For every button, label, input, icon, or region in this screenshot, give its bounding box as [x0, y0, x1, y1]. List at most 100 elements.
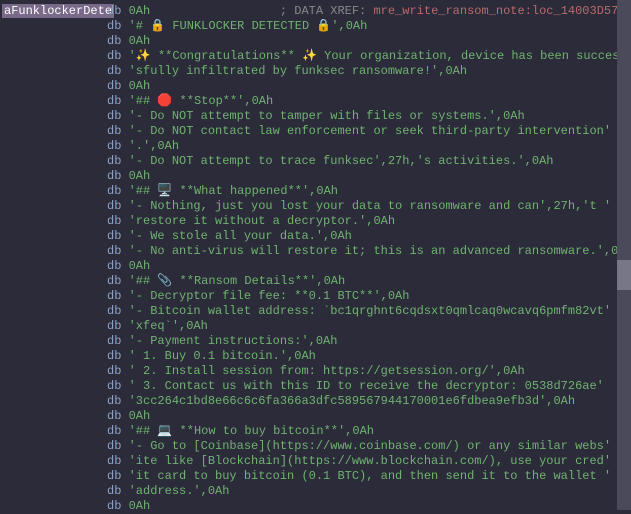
db-keyword: db: [107, 184, 129, 198]
disasm-line: db '✨ **Congratulations** ✨ Your organiz…: [107, 49, 631, 64]
disasm-line: db '## 🖥️ **What happened**',0Ah: [107, 184, 631, 199]
xref-comment: ; DATA XREF:: [280, 4, 374, 18]
disasm-line: db '3cc264c1bd8e66c6c6fa366a3dfc58956794…: [107, 394, 631, 409]
db-keyword: db: [107, 4, 129, 18]
disasm-line: db ' 2. Install session from: https://ge…: [107, 364, 631, 379]
disasm-line: db '## 🛑 **Stop**',0Ah: [107, 94, 631, 109]
db-keyword: db: [107, 454, 129, 468]
db-keyword: db: [107, 79, 129, 93]
disasm-line: db '# 🔒 FUNKLOCKER DETECTED 🔒',0Ah: [107, 19, 631, 34]
vertical-scrollbar[interactable]: [617, 0, 631, 510]
disasm-line: db '.',0Ah: [107, 139, 631, 154]
string-value: '✨ **Congratulations** ✨ Your organizati…: [129, 49, 627, 63]
db-keyword: db: [107, 469, 129, 483]
db-keyword: db: [107, 94, 129, 108]
disasm-line: db '- Do NOT attempt to tamper with file…: [107, 109, 631, 124]
string-value: '- No anti-virus will restore it; this i…: [129, 244, 631, 258]
db-keyword: db: [107, 154, 129, 168]
hex-value: 0Ah: [129, 4, 151, 18]
db-keyword: db: [107, 49, 129, 63]
disasm-line: db '## 💻 **How to buy bitcoin**',0Ah: [107, 424, 631, 439]
db-keyword: db: [107, 484, 129, 498]
disasm-line: db 0Ah: [107, 34, 631, 49]
string-value: 'it card to buy bitcoin (0.1 BTC), and t…: [129, 469, 611, 483]
disasm-line: db '- Do NOT attempt to trace funksec',2…: [107, 154, 631, 169]
db-keyword: db: [107, 124, 129, 138]
string-value: ' 2. Install session from: https://getse…: [129, 364, 525, 378]
disasm-line: db ' 3. Contact us with this ID to recei…: [107, 379, 631, 394]
string-value: '3cc264c1bd8e66c6c6fa366a3dfc58956794417…: [129, 394, 575, 408]
data-label: aFunklockerDete: [2, 4, 114, 18]
db-keyword: db: [107, 109, 129, 123]
db-keyword: db: [107, 259, 129, 273]
hex-value: 0Ah: [129, 499, 151, 513]
disasm-line: db 'restore it without a decryptor.',0Ah: [107, 214, 631, 229]
db-keyword: db: [107, 379, 129, 393]
disasm-line: db 'sfully infiltrated by funksec ransom…: [107, 64, 631, 79]
disasm-line: db '- Nothing, just you lost your data t…: [107, 199, 631, 214]
scrollbar-thumb[interactable]: [617, 260, 631, 290]
db-keyword: db: [107, 424, 129, 438]
string-value: '- Decryptor file fee: **0.1 BTC**',0Ah: [129, 289, 410, 303]
db-keyword: db: [107, 349, 129, 363]
disasm-line: db 'it card to buy bitcoin (0.1 BTC), an…: [107, 469, 631, 484]
string-value: '- We stole all your data.',0Ah: [129, 229, 352, 243]
disasm-line: db ' 1. Buy 0.1 bitcoin.',0Ah: [107, 349, 631, 364]
string-value: ' 3. Contact us with this ID to receive …: [129, 379, 604, 393]
disasm-line: db '- Do NOT contact law enforcement or …: [107, 124, 631, 139]
db-keyword: db: [107, 19, 129, 33]
disasm-line: db 0Ah: [107, 169, 631, 184]
db-keyword: db: [107, 364, 129, 378]
disasm-line: db '- We stole all your data.',0Ah: [107, 229, 631, 244]
db-keyword: db: [107, 439, 129, 453]
string-value: '.',0Ah: [129, 139, 179, 153]
disasm-line: db 0Ah: [107, 79, 631, 94]
db-keyword: db: [107, 139, 129, 153]
disasm-line: db '- No anti-virus will restore it; thi…: [107, 244, 631, 259]
string-value: 'sfully infiltrated by funksec ransomwar…: [129, 64, 467, 78]
disasm-line: db 'address.',0Ah: [107, 484, 631, 499]
db-keyword: db: [107, 64, 129, 78]
hex-value: 0Ah: [129, 79, 151, 93]
disassembly-content: db 0Ah ; DATA XREF: mre_write_ransom_not…: [107, 4, 631, 514]
string-value: '- Payment instructions:',0Ah: [129, 334, 338, 348]
disasm-line: db '## 📎 **Ransom Details**',0Ah: [107, 274, 631, 289]
disasm-line: db 'xfeq`',0Ah: [107, 319, 631, 334]
db-keyword: db: [107, 289, 129, 303]
disasm-line: db '- Bitcoin wallet address: `bc1qrghnt…: [107, 304, 631, 319]
string-value: '## 🛑 **Stop**',0Ah: [129, 94, 274, 108]
disasm-line: db '- Go to [Coinbase](https://www.coinb…: [107, 439, 631, 454]
string-value: 'ite like [Blockchain](https://www.block…: [129, 454, 611, 468]
string-value: 'xfeq`',0Ah: [129, 319, 208, 333]
string-value: 'restore it without a decryptor.',0Ah: [129, 214, 395, 228]
string-value: '- Do NOT attempt to trace funksec',27h,…: [129, 154, 554, 168]
hex-value: 0Ah: [129, 169, 151, 183]
string-value: '- Go to [Coinbase](https://www.coinbase…: [129, 439, 611, 453]
db-keyword: db: [107, 199, 129, 213]
db-keyword: db: [107, 244, 129, 258]
xref-target[interactable]: mre_write_ransom_note:loc_14003D575↑o: [373, 4, 631, 18]
string-value: ' 1. Buy 0.1 bitcoin.',0Ah: [129, 349, 316, 363]
db-keyword: db: [107, 274, 129, 288]
disasm-line: db 'ite like [Blockchain](https://www.bl…: [107, 454, 631, 469]
string-value: '- Nothing, just you lost your data to r…: [129, 199, 611, 213]
string-value: '## 💻 **How to buy bitcoin**',0Ah: [129, 424, 374, 438]
string-value: '- Bitcoin wallet address: `bc1qrghnt6cq…: [129, 304, 611, 318]
db-keyword: db: [107, 214, 129, 228]
label-column: aFunklockerDete: [0, 4, 105, 18]
string-value: '## 📎 **Ransom Details**',0Ah: [129, 274, 346, 288]
disasm-line: db '- Decryptor file fee: **0.1 BTC**',0…: [107, 289, 631, 304]
db-keyword: db: [107, 304, 129, 318]
db-keyword: db: [107, 319, 129, 333]
string-value: '## 🖥️ **What happened**',0Ah: [129, 184, 338, 198]
string-value: '# 🔒 FUNKLOCKER DETECTED 🔒',0Ah: [129, 19, 368, 33]
db-keyword: db: [107, 394, 129, 408]
hex-value: 0Ah: [129, 259, 151, 273]
disasm-line: db 0Ah: [107, 499, 631, 514]
string-value: '- Do NOT contact law enforcement or see…: [129, 124, 611, 138]
db-keyword: db: [107, 34, 129, 48]
hex-value: 0Ah: [129, 409, 151, 423]
string-value: 'address.',0Ah: [129, 484, 230, 498]
disasm-line: db '- Payment instructions:',0Ah: [107, 334, 631, 349]
db-keyword: db: [107, 409, 129, 423]
